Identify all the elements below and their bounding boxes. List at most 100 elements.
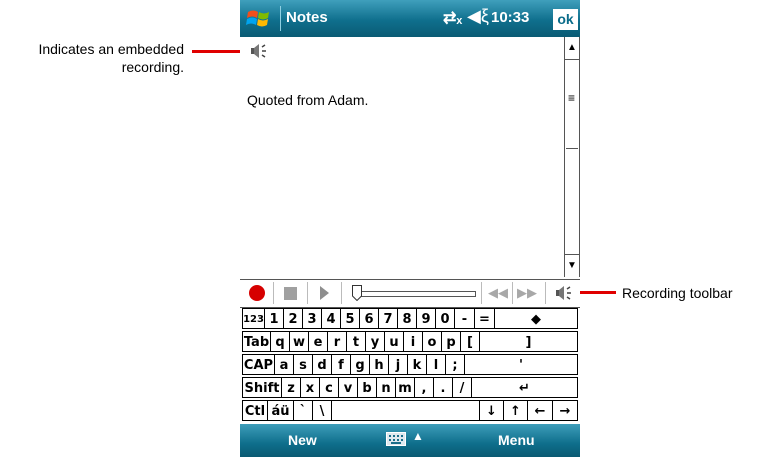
key-down-arrow[interactable]: ↓ (479, 400, 503, 421)
key-w[interactable]: w (289, 331, 308, 352)
recording-toggle-speaker-icon[interactable] (553, 282, 577, 304)
key-i[interactable]: i (403, 331, 422, 352)
key-z[interactable]: z (281, 377, 300, 398)
menu-softkey[interactable]: Menu (498, 432, 535, 448)
key-8[interactable]: 8 (397, 308, 416, 329)
key-g[interactable]: g (350, 354, 369, 375)
callout-embedded-recording-line (192, 50, 242, 53)
connectivity-icon[interactable]: ⇄ₓ (443, 8, 462, 28)
key-1[interactable]: 1 (264, 308, 283, 329)
callout-recording-toolbar: Recording toolbar (622, 285, 772, 301)
key-3[interactable]: 3 (302, 308, 321, 329)
key-ctrl[interactable]: Ctl (242, 400, 267, 421)
volume-icon[interactable]: ◀ξ (467, 6, 489, 27)
key-m[interactable]: m (395, 377, 414, 398)
record-button[interactable] (249, 282, 267, 304)
key-y[interactable]: y (365, 331, 384, 352)
toolbar-divider (481, 282, 482, 304)
key-comma[interactable]: , (414, 377, 433, 398)
toolbar-divider (545, 282, 546, 304)
key-left-bracket[interactable]: [ (460, 331, 479, 352)
playback-position-slider[interactable] (352, 284, 476, 304)
key-shift[interactable]: Shift (242, 377, 281, 398)
key-left-arrow[interactable]: ← (527, 400, 552, 421)
key-t[interactable]: t (346, 331, 365, 352)
input-menu-caret-icon[interactable]: ▲ (412, 429, 424, 443)
key-h[interactable]: h (369, 354, 388, 375)
slider-knob[interactable] (352, 285, 362, 301)
key-slash[interactable]: / (452, 377, 471, 398)
app-title: Notes (286, 9, 328, 26)
key-4[interactable]: 4 (321, 308, 340, 329)
title-separator (280, 6, 281, 31)
play-button[interactable] (316, 282, 334, 304)
key-123[interactable]: 123 (242, 308, 264, 329)
keyboard-icon[interactable] (386, 432, 406, 446)
stop-button[interactable] (281, 282, 301, 304)
start-icon[interactable] (246, 7, 274, 31)
soft-key-bar: New ▲ Menu (240, 424, 580, 457)
stop-icon (284, 287, 297, 300)
key-s[interactable]: s (293, 354, 312, 375)
recording-toolbar: ◀◀ ▶▶ (240, 279, 580, 308)
clock[interactable]: 10:33 (491, 9, 529, 26)
key-caps[interactable]: CAP (242, 354, 274, 375)
key-accents[interactable]: áü (267, 400, 293, 421)
key-up-arrow[interactable]: ↑ (503, 400, 527, 421)
key-right-bracket[interactable]: ] (479, 331, 578, 352)
key-equals[interactable]: = (474, 308, 494, 329)
embedded-recording-speaker-icon[interactable] (250, 43, 268, 59)
key-6[interactable]: 6 (359, 308, 378, 329)
key-enter[interactable]: ↵ (471, 377, 578, 398)
key-right-arrow[interactable]: → (552, 400, 578, 421)
key-semicolon[interactable]: ; (445, 354, 464, 375)
title-bar: Notes ⇄ₓ ◀ξ 10:33 ok (240, 0, 580, 37)
skip-forward-button[interactable]: ▶▶ (516, 282, 538, 304)
callout-recording-toolbar-text: Recording toolbar (622, 285, 733, 301)
key-p[interactable]: p (441, 331, 460, 352)
key-2[interactable]: 2 (283, 308, 302, 329)
soft-keyboard: 123 1 2 3 4 5 6 7 8 9 0 - = ◆ Tab q w e … (242, 308, 578, 423)
key-l[interactable]: l (426, 354, 445, 375)
key-9[interactable]: 9 (416, 308, 435, 329)
key-u[interactable]: u (384, 331, 403, 352)
key-f[interactable]: f (331, 354, 350, 375)
key-backspace[interactable]: ◆ (494, 308, 578, 329)
key-c[interactable]: c (319, 377, 338, 398)
key-backtick[interactable]: ` (293, 400, 312, 421)
key-a[interactable]: a (274, 354, 293, 375)
key-j[interactable]: j (388, 354, 407, 375)
key-o[interactable]: o (422, 331, 441, 352)
key-5[interactable]: 5 (340, 308, 359, 329)
key-x[interactable]: x (300, 377, 319, 398)
callout-embedded-recording-text: Indicates an embedded recording. (38, 41, 184, 75)
key-quote[interactable]: ' (464, 354, 578, 375)
note-body[interactable]: Quoted from Adam. (240, 37, 564, 277)
note-text: Quoted from Adam. (247, 92, 369, 108)
key-tab[interactable]: Tab (242, 331, 270, 352)
callout-embedded-recording: Indicates an embedded recording. (0, 40, 184, 76)
key-0[interactable]: 0 (435, 308, 454, 329)
key-k[interactable]: k (407, 354, 426, 375)
key-q[interactable]: q (270, 331, 289, 352)
key-minus[interactable]: - (454, 308, 474, 329)
key-v[interactable]: v (338, 377, 357, 398)
key-e[interactable]: e (308, 331, 327, 352)
ok-button[interactable]: ok (553, 9, 578, 30)
vertical-scrollbar[interactable]: ▲ ≡ ▼ (564, 37, 580, 277)
scroll-up-arrow-icon[interactable]: ▲ (565, 37, 579, 60)
key-n[interactable]: n (376, 377, 395, 398)
key-d[interactable]: d (312, 354, 331, 375)
record-icon (249, 285, 265, 301)
new-softkey[interactable]: New (288, 432, 317, 448)
key-space[interactable] (331, 400, 479, 421)
key-backslash[interactable]: \ (312, 400, 331, 421)
scroll-down-arrow-icon[interactable]: ▼ (565, 254, 579, 277)
slider-track (356, 291, 476, 297)
skip-back-button[interactable]: ◀◀ (487, 282, 509, 304)
key-b[interactable]: b (357, 377, 376, 398)
key-r[interactable]: r (327, 331, 346, 352)
key-period[interactable]: . (433, 377, 452, 398)
toolbar-divider (307, 282, 308, 304)
key-7[interactable]: 7 (378, 308, 397, 329)
